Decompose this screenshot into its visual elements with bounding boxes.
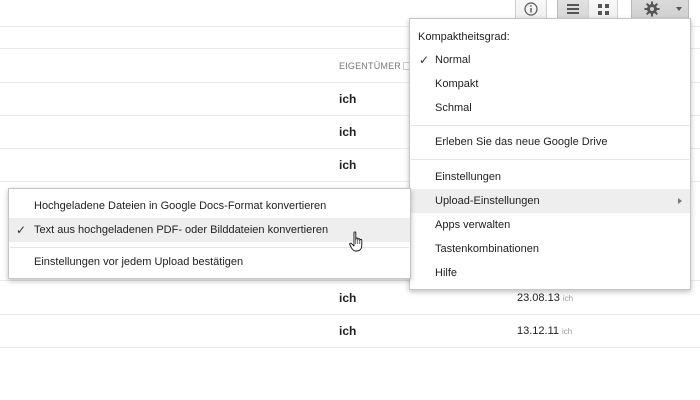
option-label: Einstellungen vor jedem Upload bestätige…: [34, 256, 244, 268]
chevron-down-icon: [676, 7, 682, 11]
item-label: Tastenkombinationen: [435, 243, 539, 255]
table-divider: [0, 314, 700, 315]
info-icon: [524, 2, 538, 16]
item-label: Einstellungen: [435, 171, 502, 183]
item-label: Upload-Einstellungen: [435, 195, 540, 207]
row-owner: ich: [339, 158, 357, 172]
gear-icon: [644, 1, 660, 17]
row-modified-by: ich: [562, 294, 574, 303]
check-icon: ✓: [419, 53, 430, 67]
keyboard-shortcuts-item[interactable]: Tastenkombinationen: [410, 237, 690, 261]
option-label: Hochgeladene Dateien in Google Docs-Form…: [34, 200, 327, 212]
option-label: Text aus hochgeladenen PDF- oder Bilddat…: [34, 224, 329, 236]
option-label: Schmal: [435, 102, 472, 114]
menu-separator: [411, 159, 689, 160]
convert-to-docs-option[interactable]: Hochgeladene Dateien in Google Docs-Form…: [9, 194, 410, 218]
help-item[interactable]: Hilfe: [410, 261, 690, 285]
settings-menu: Kompaktheitsgrad: ✓ Normal Kompakt Schma…: [409, 18, 691, 290]
grid-icon: [597, 3, 609, 15]
density-normal-option[interactable]: ✓ Normal: [410, 48, 690, 72]
hand-cursor-icon: [349, 231, 363, 252]
upload-settings-item[interactable]: Upload-Einstellungen: [410, 189, 690, 213]
check-icon: ✓: [16, 223, 27, 237]
row-modified-by: ich: [562, 327, 573, 336]
row-owner: ich: [339, 125, 357, 139]
item-label: Apps verwalten: [435, 219, 511, 231]
option-label: Kompakt: [435, 78, 479, 90]
item-label: Hilfe: [435, 267, 458, 279]
row-owner: ich: [339, 291, 357, 305]
list-icon: [567, 4, 579, 14]
submenu-arrow-icon: [678, 198, 682, 204]
row-owner: ich: [339, 324, 357, 338]
density-label: Kompaktheitsgrad:: [418, 31, 510, 43]
option-label: Normal: [435, 54, 471, 66]
confirm-before-upload-option[interactable]: Einstellungen vor jedem Upload bestätige…: [9, 250, 410, 274]
row-modified-date: 13.12.11 ich: [517, 325, 573, 337]
new-drive-item[interactable]: Erleben Sie das neue Google Drive: [410, 130, 690, 154]
table-divider: [0, 347, 700, 348]
density-narrow-option[interactable]: Schmal: [410, 96, 690, 120]
row-owner: ich: [339, 92, 357, 106]
owner-column-header[interactable]: EIGENTÜMER: [339, 61, 401, 71]
menu-separator: [411, 125, 689, 126]
density-compact-option[interactable]: Kompakt: [410, 72, 690, 96]
row-modified-date: 23.08.13 ich: [517, 292, 574, 304]
settings-item[interactable]: Einstellungen: [410, 165, 690, 189]
item-label: Erleben Sie das neue Google Drive: [435, 136, 608, 148]
manage-apps-item[interactable]: Apps verwalten: [410, 213, 690, 237]
